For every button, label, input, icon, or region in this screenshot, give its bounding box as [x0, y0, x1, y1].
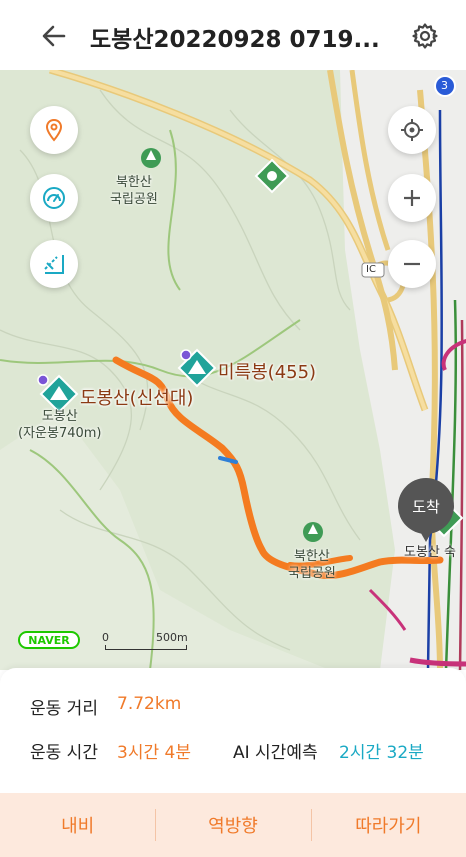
gps-target-icon: [401, 119, 423, 141]
scale-end: 500m: [156, 631, 188, 644]
arrival-marker-tail: [418, 528, 434, 542]
distance-value: 7.72km: [117, 694, 182, 714]
settings-button[interactable]: [405, 16, 445, 56]
zoom-out-button[interactable]: [388, 240, 436, 288]
route-number-label: 3: [441, 79, 448, 92]
stats-panel: 운동 거리 7.72km 운동 시간 3시간 4분 AI 시간예측 2시간 32…: [0, 668, 466, 793]
gps-button[interactable]: [388, 106, 436, 154]
ai-time-value: 2시간 32분: [339, 743, 424, 763]
follow-button[interactable]: 따라가기: [310, 793, 466, 857]
location-pin-icon: [45, 118, 63, 142]
page-title: 도봉산20220928 0719...: [90, 27, 380, 53]
peak-label-dobong: 도봉산(신선대): [80, 388, 194, 409]
ai-time-label: AI 시간예측: [233, 743, 318, 763]
time-value: 3시간 4분: [117, 743, 191, 763]
bottom-action-bar: 내비 역방향 따라가기: [0, 793, 466, 857]
zoom-out-icon: [404, 262, 420, 266]
distance-label: 운동 거리: [30, 699, 98, 719]
scale-bar: [105, 645, 187, 650]
peak-label-mireuk: 미륵봉(455): [218, 362, 317, 383]
arrival-marker[interactable]: 도착: [398, 478, 454, 534]
zoom-in-icon: [404, 190, 420, 206]
scale-start: 0: [102, 631, 109, 644]
station-label: 도봉산 숙: [404, 545, 456, 560]
zoom-in-button[interactable]: [388, 174, 436, 222]
gear-icon: [412, 23, 438, 49]
location-pin-button[interactable]: [30, 106, 78, 154]
back-arrow-icon: [42, 25, 66, 47]
ic-label: IC: [366, 264, 376, 275]
reverse-button[interactable]: 역방향: [155, 793, 310, 857]
map-view[interactable]: 북한산 국립공원 북한산 국립공원 미륵봉(455) 도봉산(신선대) 도봉산 …: [0, 70, 466, 670]
time-label: 운동 시간: [30, 743, 98, 763]
navi-button[interactable]: 내비: [0, 793, 155, 857]
park-label-top: 북한산 국립공원: [110, 175, 158, 207]
dobong-main-label: 도봉산 (자운봉740m): [18, 409, 102, 441]
speedometer-icon: [43, 187, 65, 209]
naver-logo: NAVER: [18, 631, 80, 649]
slope-button[interactable]: [30, 240, 78, 288]
top-bar: 도봉산20220928 0719...: [0, 0, 466, 70]
slope-icon: [44, 255, 64, 274]
park-label-bottom: 북한산 국립공원: [288, 549, 336, 581]
speed-button[interactable]: [30, 174, 78, 222]
back-button[interactable]: [34, 16, 74, 56]
